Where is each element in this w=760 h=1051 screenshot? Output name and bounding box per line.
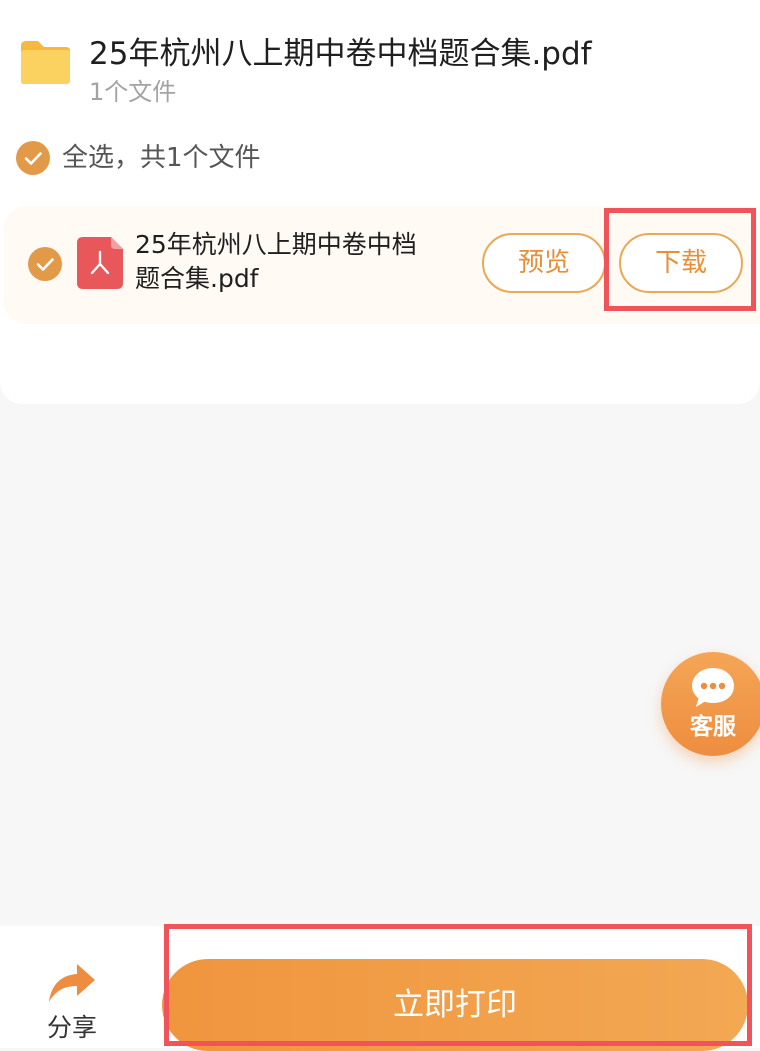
folder-file-count: 1个文件 bbox=[89, 78, 177, 106]
select-all-label: 全选，共1个文件 bbox=[62, 143, 261, 173]
file-checkbox[interactable] bbox=[28, 247, 62, 281]
share-button[interactable]: 分享 bbox=[30, 954, 114, 1046]
file-name: 25年杭州八上期中卷中档题合集.pdf bbox=[135, 230, 417, 293]
folder-icon bbox=[21, 41, 70, 84]
customer-service-button[interactable]: 客服 bbox=[661, 652, 760, 756]
check-icon bbox=[24, 152, 42, 165]
print-now-button[interactable]: 立即打印 bbox=[162, 959, 748, 1051]
chat-bubble-icon bbox=[692, 668, 734, 707]
customer-service-label: 客服 bbox=[690, 714, 736, 740]
share-label: 分享 bbox=[46, 1013, 97, 1042]
pdf-icon bbox=[77, 237, 123, 289]
download-button[interactable]: 下载 bbox=[619, 233, 743, 293]
check-icon bbox=[36, 258, 54, 271]
file-list-card: 25年杭州八上期中卷中档题合集.pdf 1个文件 全选，共1个文件 25年杭州八… bbox=[0, 0, 760, 404]
folder-title: 25年杭州八上期中卷中档题合集.pdf bbox=[89, 36, 592, 72]
share-arrow-icon bbox=[49, 964, 95, 1002]
select-all-checkbox[interactable] bbox=[16, 141, 50, 175]
preview-button[interactable]: 预览 bbox=[482, 233, 606, 293]
